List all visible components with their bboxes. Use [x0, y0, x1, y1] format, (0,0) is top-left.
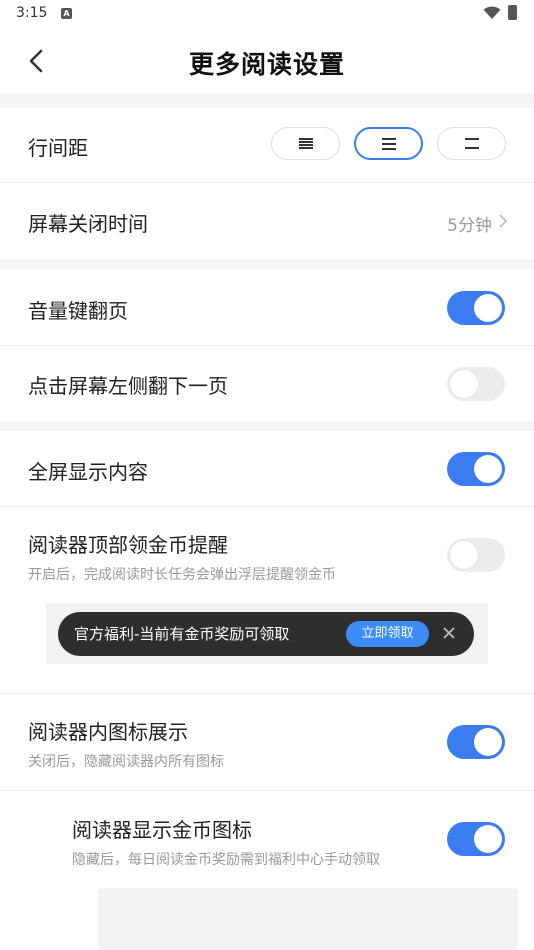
wifi-icon — [483, 6, 501, 19]
status-time: 3:15 — [16, 5, 48, 21]
volume-page-label: 音量键翻页 — [28, 299, 128, 323]
battery-icon — [508, 5, 517, 20]
close-icon — [443, 627, 455, 639]
line-spacing-row: 行间距 — [0, 108, 534, 183]
coin-reminder-description: 开启后，完成阅读时长任务会弹出浮层提醒领金币 — [28, 567, 336, 583]
icon-display-toggle[interactable] — [447, 725, 505, 759]
fullscreen-label: 全屏显示内容 — [28, 460, 148, 484]
page-title: 更多阅读设置 — [188, 50, 345, 79]
claim-now-button: 立即领取 — [346, 621, 429, 647]
tap-left-row: 点击屏幕左侧翻下一页 — [0, 346, 534, 421]
coin-icon-toggle[interactable] — [447, 822, 505, 856]
line-spacing-narrow-button[interactable] — [437, 127, 506, 160]
status-bar: 3:15 A — [0, 0, 534, 28]
line-spacing-medium-button[interactable] — [354, 127, 423, 160]
coin-icon-label: 阅读器显示金币图标 — [72, 818, 252, 842]
coin-icon-preview — [98, 888, 518, 950]
header: 更多阅读设置 — [0, 28, 534, 94]
coin-reminder-toggle[interactable] — [447, 538, 505, 572]
line-spacing-narrow-icon — [464, 138, 479, 149]
icon-display-row: 阅读器内图标展示 关闭后，隐藏阅读器内所有图标 — [0, 694, 534, 791]
fullscreen-row: 全屏显示内容 — [0, 431, 534, 507]
banner-text: 官方福利-当前有金币奖励可领取 — [74, 625, 290, 643]
icon-display-label: 阅读器内图标展示 — [28, 720, 188, 744]
icon-display-description: 关闭后，隐藏阅读器内所有图标 — [28, 754, 224, 770]
coin-reminder-row: 阅读器顶部领金币提醒 开启后，完成阅读时长任务会弹出浮层提醒领金币 — [0, 507, 534, 694]
line-spacing-label: 行间距 — [28, 136, 88, 160]
coin-icon-description: 隐藏后，每日阅读金币奖励需到福利中心手动领取 — [72, 852, 380, 868]
tap-left-toggle[interactable] — [447, 367, 505, 401]
coin-reminder-label: 阅读器顶部领金币提醒 — [28, 533, 228, 557]
line-spacing-wide-button[interactable] — [271, 127, 340, 160]
screen-off-row[interactable]: 屏幕关闭时间 5分钟 — [0, 183, 534, 259]
notification-icon: A — [61, 8, 72, 19]
volume-page-row: 音量键翻页 — [0, 270, 534, 346]
line-spacing-medium-icon — [381, 137, 396, 150]
line-spacing-wide-icon — [298, 137, 313, 150]
chevron-right-icon — [499, 214, 508, 228]
tap-left-label: 点击屏幕左侧翻下一页 — [28, 374, 228, 398]
screen-off-value: 5分钟 — [447, 216, 492, 236]
coin-banner: 官方福利-当前有金币奖励可领取 立即领取 — [58, 612, 474, 656]
screen-off-label: 屏幕关闭时间 — [28, 212, 148, 236]
volume-page-toggle[interactable] — [447, 291, 505, 325]
fullscreen-toggle[interactable] — [447, 452, 505, 486]
